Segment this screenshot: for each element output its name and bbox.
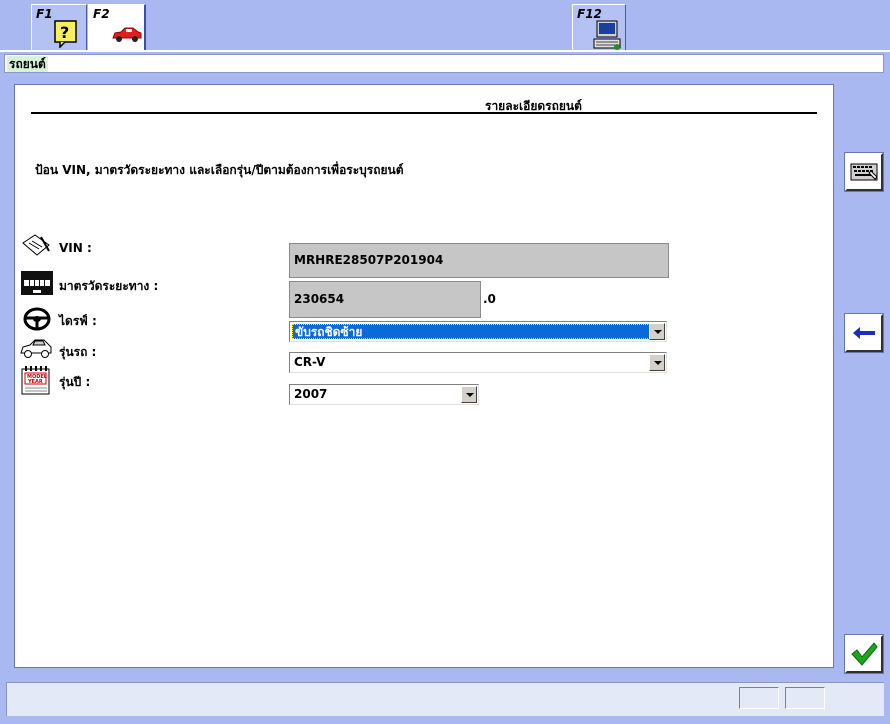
- steering-wheel-icon: [23, 307, 51, 331]
- f12-system-tab[interactable]: F12: [572, 4, 626, 50]
- year-label: รุ่นปี :: [59, 375, 91, 389]
- title-divider: [31, 112, 817, 114]
- confirm-button[interactable]: [844, 634, 884, 674]
- back-arrow-icon: [853, 327, 875, 339]
- year-dropdown-arrow-icon[interactable]: [461, 386, 477, 403]
- f1-help-tab[interactable]: F1 ?: [31, 4, 87, 50]
- vin-field: MRHRE28507P201904: [289, 243, 669, 278]
- help-icon: ?: [54, 20, 77, 48]
- drive-select-value: ขับรถชิดซ้าย: [292, 324, 650, 339]
- toolbar-divider: [0, 50, 890, 52]
- model-label: รุ่นรถ :: [59, 345, 97, 359]
- drive-select[interactable]: ขับรถชิดซ้าย: [289, 321, 667, 342]
- year-select-value: 2007: [294, 387, 328, 401]
- breadcrumb-bar: รถยนต์: [4, 54, 884, 73]
- model-year-calendar-icon: MODEL YEAR: [21, 366, 50, 395]
- car-model-icon: [20, 339, 52, 358]
- odometer-field: 230654: [289, 281, 481, 318]
- odometer-decimal-suffix: .0: [483, 292, 496, 306]
- svg-text:YEAR: YEAR: [27, 379, 43, 385]
- f2-key-label: F2: [93, 7, 110, 21]
- car-icon: [112, 27, 142, 42]
- drive-label: ไดรฟ์ :: [59, 314, 97, 328]
- model-dropdown-arrow-icon[interactable]: [649, 354, 665, 371]
- f1-key-label: F1: [36, 7, 53, 21]
- status-cell-1: [739, 687, 779, 709]
- odometer-icon: [21, 271, 53, 295]
- vehicle-details-panel: รายละเอียดรถยนต์ ป้อน VIN, มาตรวัดระยะทา…: [14, 84, 834, 668]
- breadcrumb: รถยนต์: [7, 56, 48, 72]
- computer-icon: [593, 20, 621, 50]
- vin-document-icon: [22, 234, 50, 256]
- function-key-toolbar: F1 ? F2 F12: [0, 0, 890, 52]
- model-select-value: CR-V: [294, 355, 326, 369]
- instruction-text: ป้อน VIN, มาตรวัดระยะทาง และเลือกรุ่น/ปี…: [35, 163, 404, 177]
- model-select[interactable]: CR-V: [289, 352, 667, 373]
- odometer-label: มาตรวัดระยะทาง :: [59, 279, 159, 293]
- back-button[interactable]: [844, 313, 884, 353]
- svg-text:?: ?: [60, 23, 69, 42]
- status-bar: [6, 682, 884, 716]
- keyboard-button[interactable]: [844, 152, 884, 192]
- year-select[interactable]: 2007: [289, 384, 479, 405]
- status-cell-2: [785, 687, 825, 709]
- drive-dropdown-arrow-icon[interactable]: [649, 323, 665, 340]
- f12-key-label: F12: [577, 7, 602, 21]
- f2-vehicle-tab[interactable]: F2: [88, 4, 146, 50]
- vin-label: VIN :: [59, 241, 92, 255]
- checkmark-icon: [851, 642, 878, 666]
- keyboard-icon: [850, 163, 878, 181]
